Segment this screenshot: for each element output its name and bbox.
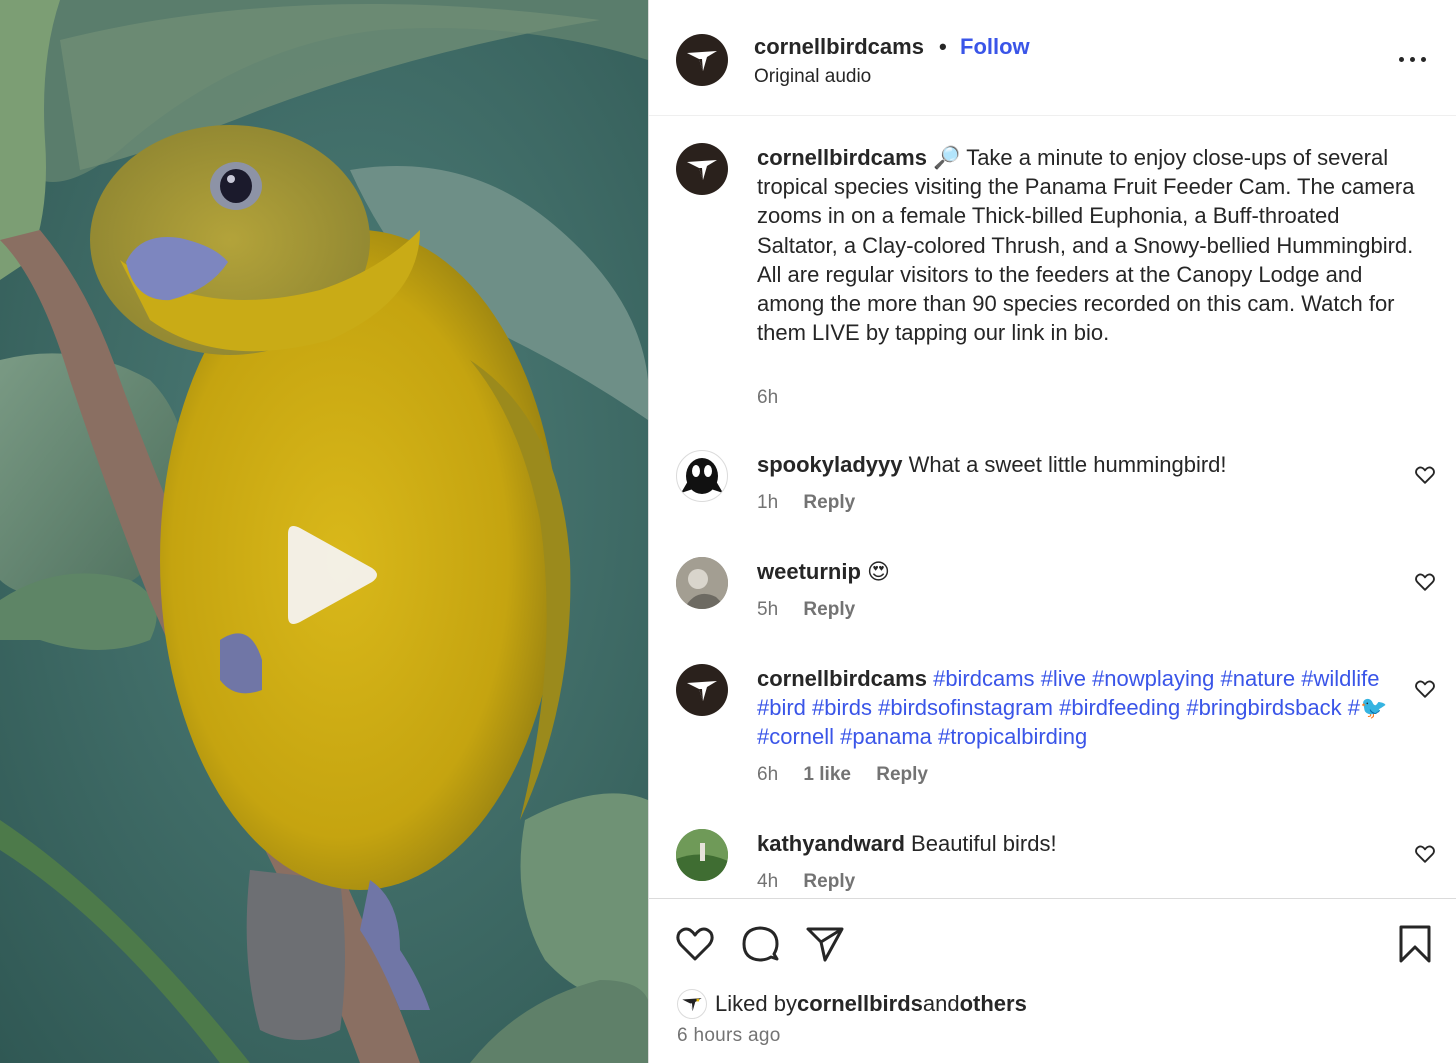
liker-username[interactable]: cornellbirds <box>797 991 923 1017</box>
ghost-avatar-icon <box>681 458 723 494</box>
reply-button[interactable]: Reply <box>803 492 855 513</box>
post-video[interactable] <box>0 0 648 1063</box>
commenter-username[interactable]: spookyladyyy <box>757 452 903 477</box>
post-details-panel: cornellbirdcams • Follow Original audio … <box>648 0 1456 1063</box>
photo-avatar-icon <box>676 557 728 609</box>
hashtag-link[interactable]: #bird <box>757 695 806 720</box>
author-avatar[interactable] <box>676 34 728 86</box>
hashtag-link[interactable]: #nowplaying <box>1092 666 1214 691</box>
post-header: cornellbirdcams • Follow Original audio <box>649 4 1456 116</box>
comment-text: spookyladyyy What a sweet little humming… <box>757 450 1417 479</box>
hashtag-link[interactable]: #birdsofinstagram <box>878 695 1053 720</box>
comment-text: kathyandward Beautiful birds! <box>757 829 1417 858</box>
comment-meta: 6h 1 like Reply <box>757 764 948 786</box>
heart-outline-icon[interactable] <box>1414 464 1436 486</box>
comment-bubble-icon[interactable] <box>740 924 780 964</box>
heart-outline-icon[interactable] <box>675 924 715 964</box>
liked-by-middle: and <box>922 991 960 1016</box>
comment-time[interactable]: 4h <box>757 871 778 892</box>
comment-body: What a sweet little hummingbird! <box>902 452 1227 477</box>
hummingbird-logo-icon <box>687 681 717 701</box>
hashtag-link[interactable]: #birdfeeding <box>1059 695 1180 720</box>
heart-outline-icon[interactable] <box>1414 678 1436 700</box>
hashtag-link[interactable]: #bringbirdsback <box>1186 695 1341 720</box>
hashtag-link[interactable]: #🐦 <box>1348 695 1388 720</box>
hummingbird-logo-icon <box>687 160 717 180</box>
post-actions-bar: Liked by cornellbirds and others 6 hours… <box>649 898 1456 1063</box>
liker-avatar[interactable] <box>677 989 707 1019</box>
reply-button[interactable]: Reply <box>803 871 855 892</box>
author-username[interactable]: cornellbirdcams <box>754 34 924 60</box>
commenter-avatar[interactable] <box>676 450 728 502</box>
commenter-username[interactable]: kathyandward <box>757 831 905 856</box>
comment-text: weeturnip 😍 <box>757 557 1417 586</box>
commenter-avatar[interactable] <box>676 829 728 881</box>
post-timestamp[interactable]: 6 hours ago <box>677 1025 781 1047</box>
caption-username[interactable]: cornellbirdcams <box>757 145 927 170</box>
commenter-username[interactable]: cornellbirdcams <box>757 666 927 691</box>
liked-by-prefix: Liked by <box>715 991 797 1016</box>
hashtag-link[interactable]: #cornell <box>757 724 834 749</box>
hashtag-link[interactable]: #nature <box>1221 666 1296 691</box>
comment-time[interactable]: 5h <box>757 599 778 620</box>
comment-body: 😍 <box>860 559 890 584</box>
commenter-avatar[interactable] <box>676 557 728 609</box>
comment-time[interactable]: 6h <box>757 764 778 785</box>
play-icon[interactable] <box>278 522 380 628</box>
caption-text: cornellbirdcams 🔎 Take a minute to enjoy… <box>757 143 1417 347</box>
hashtag-link[interactable]: #birdcams <box>933 666 1034 691</box>
hashtag-link[interactable]: #birds <box>812 695 872 720</box>
comments-list[interactable]: cornellbirdcams 🔎 Take a minute to enjoy… <box>649 117 1456 898</box>
caption-meta: 6h <box>757 387 798 409</box>
commenter-username[interactable]: weeturnip <box>757 559 861 584</box>
hummingbird-logo-icon <box>682 998 702 1012</box>
comment-meta: 1h Reply <box>757 492 875 514</box>
liked-by-summary: Liked by cornellbirds and others <box>677 989 1027 1019</box>
likes-count[interactable]: 1 like <box>803 764 851 785</box>
paper-plane-icon[interactable] <box>805 924 845 964</box>
reply-button[interactable]: Reply <box>803 599 855 620</box>
heart-outline-icon[interactable] <box>1414 571 1436 593</box>
others-link[interactable]: others <box>960 991 1027 1017</box>
comment-time[interactable]: 1h <box>757 492 778 513</box>
photo-avatar-icon <box>676 829 728 881</box>
bookmark-icon[interactable] <box>1395 924 1435 964</box>
heart-outline-icon[interactable] <box>1414 843 1436 865</box>
comment-text: cornellbirdcams #birdcams #live #nowplay… <box>757 664 1417 752</box>
comment-body: Beautiful birds! <box>904 831 1057 856</box>
hummingbird-logo-icon <box>687 51 717 71</box>
separator-dot: • <box>939 34 947 59</box>
audio-label[interactable]: Original audio <box>754 66 871 88</box>
caption-author-avatar[interactable] <box>676 143 728 195</box>
hashtag-link[interactable]: #wildlife <box>1301 666 1379 691</box>
more-horizontal-icon[interactable] <box>1395 48 1429 70</box>
follow-button[interactable]: Follow <box>960 34 1030 60</box>
hashtag-link[interactable]: #tropicalbirding <box>938 724 1087 749</box>
caption-body: Take a minute to enjoy close-ups of seve… <box>757 145 1415 346</box>
hashtag-link[interactable]: #panama <box>840 724 932 749</box>
comment-meta: 4h Reply <box>757 871 875 893</box>
commenter-avatar[interactable] <box>676 664 728 716</box>
hashtag-link[interactable]: #live <box>1041 666 1086 691</box>
reply-button[interactable]: Reply <box>876 764 928 785</box>
comment-meta: 5h Reply <box>757 599 875 621</box>
caption-time[interactable]: 6h <box>757 387 778 408</box>
magnifier-emoji: 🔎 <box>933 145 961 170</box>
